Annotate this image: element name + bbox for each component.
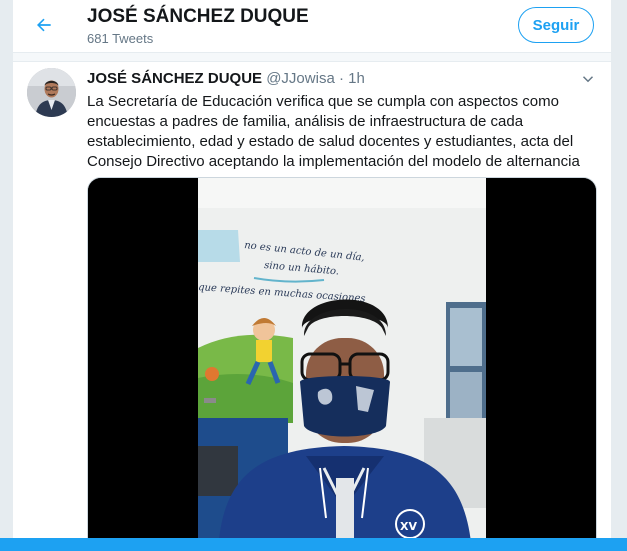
tweet-video[interactable]: no es un acto de un día, sino un hábito.…: [87, 177, 597, 551]
follow-button[interactable]: Seguir: [518, 7, 594, 43]
avatar-image: [27, 68, 76, 117]
tweet-count: 681 Tweets: [87, 31, 154, 46]
back-arrow-icon: [37, 18, 51, 32]
tweet-header: JOSÉ SÁNCHEZ DUQUE @JJowisa · 1h: [87, 70, 365, 87]
tweet-time[interactable]: 1h: [348, 70, 365, 87]
header-divider: [13, 53, 611, 62]
video-frame: no es un acto de un día, sino un hábito.…: [88, 178, 596, 550]
profile-header: JOSÉ SÁNCHEZ DUQUE 681 Tweets Seguir: [13, 0, 611, 53]
timeline-column: JOSÉ SÁNCHEZ DUQUE 681 Tweets Seguir JOS…: [12, 0, 612, 551]
svg-text:XV: XV: [400, 520, 417, 533]
bottom-accent-bar: [0, 538, 627, 551]
page-title: JOSÉ SÁNCHEZ DUQUE: [87, 6, 309, 27]
tweet-menu-button[interactable]: [579, 70, 597, 88]
meta-separator: ·: [338, 70, 344, 87]
avatar[interactable]: [27, 68, 76, 117]
chevron-down-icon: [582, 76, 594, 83]
author-name[interactable]: JOSÉ SÁNCHEZ DUQUE: [87, 70, 262, 87]
back-button[interactable]: [29, 10, 59, 40]
author-handle[interactable]: @JJowisa: [266, 70, 335, 87]
tweet-text: La Secretaría de Educación verifica que …: [87, 93, 580, 170]
